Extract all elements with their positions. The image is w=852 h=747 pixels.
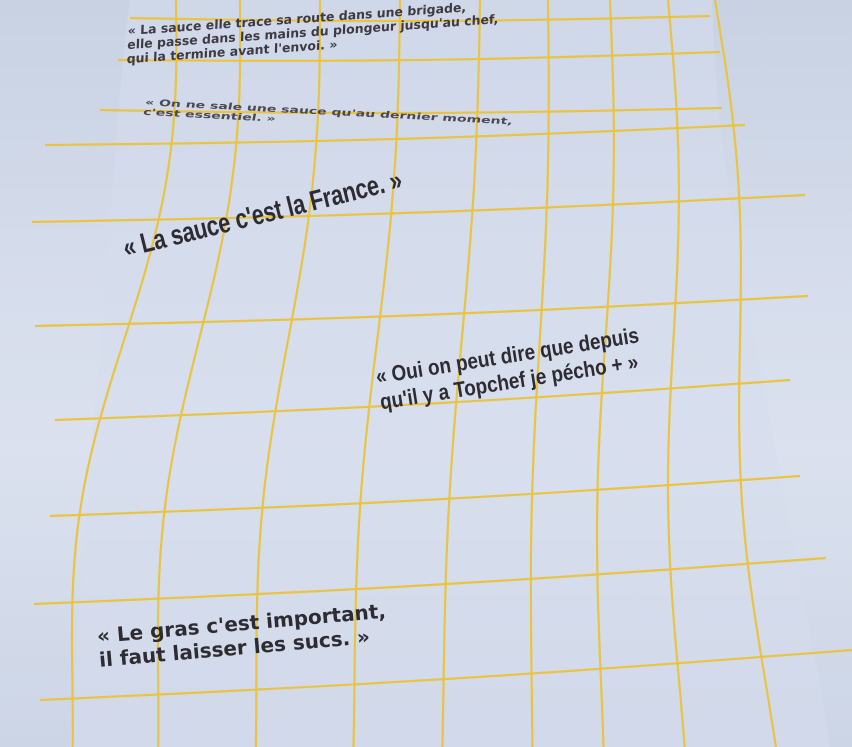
photo-scene: « La sauce elle trace sa route dans une … [0, 0, 852, 747]
